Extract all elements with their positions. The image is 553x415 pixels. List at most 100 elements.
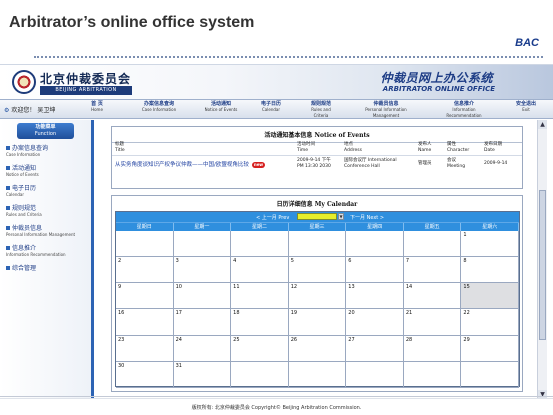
top-nav: ⚙ 欢迎您！ 吴卫坤 首 页 Home 办案信息查询 Case Informati… [0, 99, 553, 119]
nav-rules-en: Rules and Criteria [311, 107, 331, 118]
notice-row-date: 2009-9-14 [484, 161, 508, 166]
slide-divider [34, 56, 543, 58]
bullet-icon [6, 186, 10, 190]
nav-rules-and-criteria[interactable]: 规则规范 Rules and Criteria [304, 101, 338, 119]
calendar-day-cell[interactable] [403, 231, 462, 258]
sidebar-item-general-management[interactable]: 综合管理 [6, 266, 36, 272]
calendar-day-cell[interactable]: 18 [231, 309, 289, 336]
calendar-day-cell[interactable]: 11 [231, 283, 289, 310]
welcome-text: ⚙ 欢迎您！ 吴卫坤 [4, 105, 55, 114]
calendar-day-cell[interactable]: 3 [173, 257, 232, 284]
calendar-day-cell[interactable]: 29 [461, 335, 519, 362]
nav-calendar-en: Calendar [262, 107, 280, 112]
calendar-day-cell[interactable]: 27 [346, 335, 404, 362]
calendar-day-cell[interactable]: 2 [116, 257, 174, 284]
calendar-day-cell[interactable]: 30 [116, 361, 174, 388]
nav-case-information[interactable]: 办案信息查询 Case Information [134, 101, 184, 113]
nav-calendar[interactable]: 电子日历 Calendar [254, 101, 288, 113]
header-character-en: Character [447, 148, 470, 153]
scroll-thumb[interactable] [539, 190, 546, 340]
next-month-link[interactable]: 下一月 Next > [350, 214, 384, 221]
sidebar-calendar-en: Calendar [6, 192, 24, 197]
system-title-en: ARBITRATOR ONLINE OFFICE [382, 85, 495, 93]
notice-row-name: 管理员 [418, 161, 432, 166]
calendar-day-cell[interactable]: 17 [173, 309, 232, 336]
calendar-day-cell[interactable] [231, 361, 289, 388]
header-address: 地点 Address [344, 142, 362, 154]
calendar-day-cell[interactable]: 20 [346, 309, 404, 336]
system-title-cn: 仲裁员网上办公系统 [380, 71, 493, 85]
nav-information-recommendation[interactable]: 信息推介 Information Recommendation [438, 101, 490, 119]
calendar-day-cell[interactable]: 8 [461, 257, 519, 284]
calendar-day-cell[interactable]: 31 [173, 361, 232, 388]
vertical-scrollbar[interactable]: ▲ ▼ [537, 120, 547, 399]
sidebar-function-en: Function [34, 131, 57, 137]
calendar-day-cell[interactable] [116, 231, 174, 258]
calendar-day-cell[interactable] [288, 231, 347, 258]
calendar-day-cell[interactable]: 4 [231, 257, 289, 284]
header-date-en: Date [484, 148, 495, 153]
calendar-day-cell[interactable] [346, 361, 404, 388]
sidebar-rules-en: Rules and Criteria [6, 212, 42, 217]
nav-personal-information[interactable]: 仲裁员信息 Personal Information Management [356, 101, 416, 119]
calendar-day-cell[interactable] [173, 231, 232, 258]
sidebar-function-cn: 功能菜单 [35, 124, 56, 130]
calendar-day-cell[interactable]: 21 [403, 309, 462, 336]
sidebar-management-cn: 综合管理 [12, 265, 37, 272]
calendar-day-cell[interactable] [288, 361, 347, 388]
sidebar-item-rules-and-criteria[interactable]: 规则规范 Rules and Criteria [6, 206, 42, 218]
slide-title: Arbitrator’s online office system [9, 14, 255, 31]
calendar-day-cell[interactable] [231, 231, 289, 258]
calendar-day-cell[interactable]: 10 [173, 283, 232, 310]
nav-notice-of-events[interactable]: 活动通知 Notice of Events [204, 101, 238, 113]
calendar-day-cell[interactable]: 13 [346, 283, 404, 310]
calendar-day-cell[interactable]: 25 [231, 335, 289, 362]
calendar-day-cell[interactable]: 24 [173, 335, 232, 362]
chevron-down-icon[interactable]: ▼ [338, 213, 344, 220]
calendar-day-cell[interactable]: 5 [288, 257, 347, 284]
calendar-day-cell[interactable]: 19 [288, 309, 347, 336]
calendar-days: 1 2 3 4 5 6 7 8 9 10 11 12 13 14 15 16 17 18 19 20 21 22 23 24 2… [116, 231, 519, 388]
notice-character-line2: Meeting [447, 164, 466, 169]
calendar-day-cell[interactable] [461, 361, 519, 388]
sidebar-item-calendar[interactable]: 电子日历 Calendar [6, 186, 36, 198]
prev-month-link[interactable]: < 上一月 Prev [256, 214, 289, 221]
header-name-en: Name [418, 148, 432, 153]
notice-link[interactable]: 从实务角度谈知识产权争议仲裁——中国/欧盟视角比较 [115, 162, 249, 168]
sidebar: 功能菜单 Function 办案信息查询 Case Information 活动… [0, 120, 94, 399]
sidebar-item-personal-information[interactable]: 仲裁员信息 Personal Information Management [6, 226, 75, 238]
notice-divider [112, 155, 522, 156]
calendar-day-cell[interactable] [346, 231, 404, 258]
sidebar-item-information-recommendation[interactable]: 信息推介 Information Recommendation [6, 246, 66, 258]
nav-exit[interactable]: 安全退出 Exit [510, 101, 542, 113]
weekday-monday: 星期一 [174, 223, 232, 231]
sidebar-item-function[interactable]: 功能菜单 Function [17, 123, 74, 139]
nav-personal-en: Personal Information Management [365, 107, 407, 118]
sidebar-personal-en: Personal Information Management [6, 232, 76, 237]
calendar-day-cell[interactable]: 9 [116, 283, 174, 310]
sidebar-item-notice-of-events[interactable]: 活动通知 Notice of Events [6, 166, 39, 178]
weekday-friday: 星期五 [404, 223, 462, 231]
nav-home[interactable]: 首 页 Home [84, 101, 110, 113]
notice-row-time: 2009-9-14 下午 PM 13:30 2030 [297, 158, 331, 170]
calendar-day-cell[interactable]: 7 [403, 257, 462, 284]
user-name: 吴卫坤 [37, 107, 56, 114]
calendar-day-cell[interactable]: 16 [116, 309, 174, 336]
calendar-day-cell[interactable]: 12 [288, 283, 347, 310]
scroll-up-icon[interactable]: ▲ [538, 120, 547, 129]
header-address-en: Address [344, 148, 362, 153]
calendar-day-cell[interactable] [403, 361, 462, 388]
calendar-day-cell[interactable]: 26 [288, 335, 347, 362]
welcome-label: 欢迎您！ [11, 107, 36, 114]
month-select[interactable] [297, 213, 337, 220]
calendar-day-cell[interactable]: 22 [461, 309, 519, 336]
new-badge: new [251, 162, 266, 168]
calendar-day-cell[interactable]: 6 [346, 257, 404, 284]
calendar-day-cell[interactable]: 28 [403, 335, 462, 362]
sidebar-item-case-information[interactable]: 办案信息查询 Case Information [6, 146, 48, 158]
logo-chinese: 北京仲裁委员会 [40, 72, 132, 86]
calendar-day-cell[interactable]: 14 [403, 283, 462, 310]
calendar-day-cell[interactable]: 1 [461, 231, 519, 258]
calendar-day-cell[interactable]: 15 [461, 283, 519, 310]
calendar-day-cell[interactable]: 23 [116, 335, 174, 362]
